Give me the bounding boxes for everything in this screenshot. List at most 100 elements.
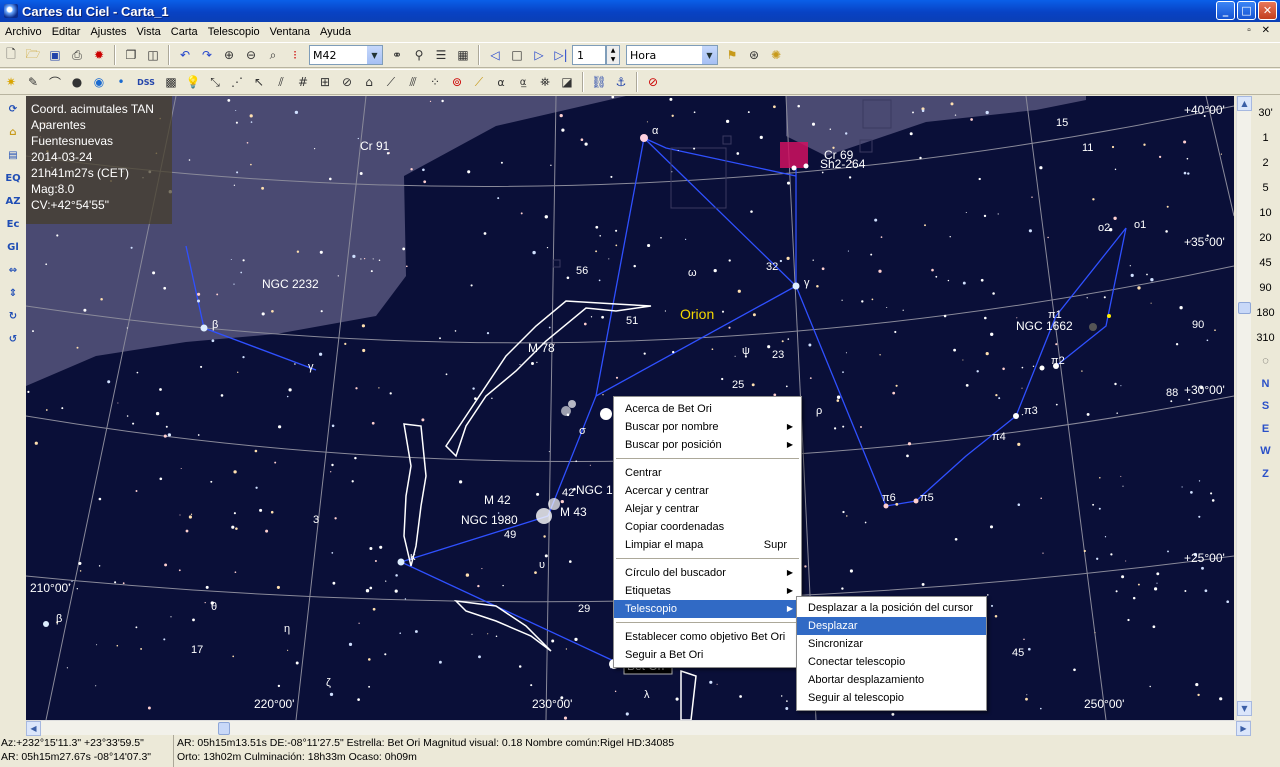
nebula-icon[interactable]: ⌒ — [45, 72, 65, 92]
dss-button[interactable]: DSS — [133, 72, 159, 92]
menu-editar[interactable]: Editar — [47, 26, 86, 38]
anchor-icon[interactable]: ⚓ — [611, 72, 631, 92]
minimize-button[interactable]: _ — [1216, 1, 1235, 20]
save-icon[interactable]: ▣ — [45, 45, 65, 65]
rotate-icon[interactable]: ⟳ — [3, 98, 23, 121]
constellation-lines-icon[interactable]: ⤡ — [205, 72, 225, 92]
object-label-ngc1[interactable]: NGC 1 — [576, 483, 613, 497]
constellation-boundary-icon[interactable]: ⋰ — [227, 72, 247, 92]
menu-item-center[interactable]: Centrar — [614, 464, 801, 482]
stop-icon[interactable]: □ — [507, 45, 527, 65]
time-unit-combo[interactable]: Hora ▼ — [626, 45, 718, 65]
compass-icon[interactable]: ⊘ — [337, 72, 357, 92]
step-spinner[interactable]: ▲ ▼ — [606, 45, 620, 65]
dir-button-s[interactable]: S — [1262, 395, 1269, 418]
calendar-icon[interactable]: ▦ — [453, 45, 473, 65]
vertical-scrollbar[interactable]: ▲ ▼ — [1236, 96, 1252, 720]
gl-button[interactable]: Gl — [3, 236, 23, 259]
fov-button[interactable]: 2 — [1251, 150, 1280, 175]
cascade-icon[interactable]: ❐ — [121, 45, 141, 65]
settings-icon[interactable]: ✹ — [89, 45, 109, 65]
image-icon[interactable]: ▩ — [161, 72, 181, 92]
horizon-icon[interactable]: ⌂ — [359, 72, 379, 92]
print-icon[interactable]: ⎙ — [67, 45, 87, 65]
close-button[interactable]: ✕ — [1258, 1, 1277, 20]
contrast-icon[interactable]: ◪ — [557, 72, 577, 92]
bulb-icon[interactable]: 💡 — [183, 72, 203, 92]
no-object-icon[interactable]: ⊘ — [643, 72, 663, 92]
title-bar[interactable]: Cartes du Ciel - Carta_1 _ □ ✕ — [0, 0, 1280, 22]
stars-icon[interactable]: ✷ — [1, 72, 21, 92]
menu-vista[interactable]: Vista — [132, 26, 166, 38]
zenith-icon[interactable]: ◌ — [1262, 350, 1269, 373]
horizontal-scroll-thumb[interactable] — [218, 722, 230, 735]
mark-target-icon[interactable]: ⊚ — [447, 72, 467, 92]
step-input[interactable]: 1 — [572, 45, 606, 65]
animation-icon[interactable]: ✺ — [766, 45, 786, 65]
dir-button-n[interactable]: N — [1262, 373, 1270, 396]
link-icon[interactable]: ⛓ — [589, 72, 609, 92]
submenu-item-sync[interactable]: Sincronizar — [797, 635, 986, 653]
step-back-icon[interactable]: ◁ — [485, 45, 505, 65]
menu-ajustes[interactable]: Ajustes — [85, 26, 131, 38]
submenu-item-slew[interactable]: Desplazar — [797, 617, 986, 635]
menu-item-zoom-in-center[interactable]: Acercar y centrar — [614, 482, 801, 500]
fov-button[interactable]: 10 — [1251, 200, 1280, 225]
menu-item-search-position[interactable]: Buscar por posición ▶ — [614, 436, 801, 454]
scroll-down-icon[interactable]: ▼ — [1237, 701, 1252, 716]
dir-button-z[interactable]: Z — [1262, 463, 1269, 486]
menu-item-telescope[interactable]: Telescopio ▶ — [614, 600, 801, 618]
step-forward-icon[interactable]: ▷| — [551, 45, 571, 65]
binoculars-icon[interactable]: ⚭ — [387, 45, 407, 65]
menu-carta[interactable]: Carta — [166, 26, 203, 38]
earth-icon[interactable]: ◉ — [89, 72, 109, 92]
ecliptic-icon[interactable]: ⟋ — [381, 72, 401, 92]
fov-button[interactable]: 90 — [1251, 275, 1280, 300]
fov-button[interactable]: 30' — [1251, 100, 1280, 125]
alpha-label-icon[interactable]: α̲ — [513, 72, 533, 92]
zoom-out-icon[interactable]: ⊖ — [241, 45, 261, 65]
object-label-ngc1980[interactable]: NGC 1980 — [461, 513, 518, 527]
cursor-icon[interactable]: ↖ — [249, 72, 269, 92]
open-icon[interactable]: 🗁 — [23, 45, 43, 65]
book-icon[interactable]: ▤ — [3, 144, 23, 167]
menu-ventana[interactable]: Ventana — [265, 26, 315, 38]
new-icon[interactable]: 🗋 — [1, 45, 21, 65]
tile-icon[interactable]: ◫ — [143, 45, 163, 65]
constellation-name[interactable]: Orion — [680, 306, 714, 322]
menu-item-follow[interactable]: Seguir a Bet Ori — [614, 646, 801, 664]
object-label-ngc2232[interactable]: NGC 2232 — [262, 277, 319, 291]
dot-icon[interactable]: • — [111, 72, 131, 92]
menu-archivo[interactable]: Archivo — [0, 26, 47, 38]
az-button[interactable]: AZ — [3, 190, 23, 213]
fov-button[interactable]: 310 — [1251, 325, 1280, 350]
home-icon[interactable]: ⌂ — [3, 121, 23, 144]
pencil-icon[interactable]: ✎ — [23, 72, 43, 92]
scroll-up-icon[interactable]: ▲ — [1237, 96, 1252, 111]
object-label-ngc1662[interactable]: NGC 1662 — [1016, 319, 1073, 333]
target-icon[interactable]: ⊛ — [744, 45, 764, 65]
submenu-item-connect[interactable]: Conectar telescopio — [797, 653, 986, 671]
menu-item-labels[interactable]: Etiquetas ▶ — [614, 582, 801, 600]
dir-button-w[interactable]: W — [1260, 440, 1270, 463]
play-icon[interactable]: ▷ — [529, 45, 549, 65]
galactic-icon[interactable]: ⫻ — [403, 72, 423, 92]
object-label-m43[interactable]: M 43 — [560, 505, 587, 519]
eq-button[interactable]: EQ — [3, 167, 23, 190]
submenu-item-track[interactable]: Seguir al telescopio — [797, 689, 986, 707]
fov-button[interactable]: 1 — [1251, 125, 1280, 150]
redo-icon[interactable]: ↷ — [197, 45, 217, 65]
menu-item-copy-coords[interactable]: Copiar coordenadas — [614, 518, 801, 536]
grid-eq-icon[interactable]: ⊞ — [315, 72, 335, 92]
milky-way-icon[interactable]: ⫽ — [271, 72, 291, 92]
menu-item-clear-map[interactable]: Limpiar el mapa Supr — [614, 536, 801, 554]
maximize-button[interactable]: □ — [1237, 1, 1256, 20]
dir-button-e[interactable]: E — [1262, 418, 1269, 441]
vertical-scroll-thumb[interactable] — [1238, 302, 1251, 314]
rotate-cw-icon[interactable]: ↻ — [3, 305, 23, 328]
chevron-down-icon[interactable]: ▼ — [701, 46, 717, 64]
zoom-in-icon[interactable]: ⊕ — [219, 45, 239, 65]
telescope-icon[interactable]: ⛯ — [535, 72, 555, 92]
observer-icon[interactable]: ⚲ — [409, 45, 429, 65]
mdi-controls[interactable]: ▫ ✕ — [1247, 25, 1274, 36]
